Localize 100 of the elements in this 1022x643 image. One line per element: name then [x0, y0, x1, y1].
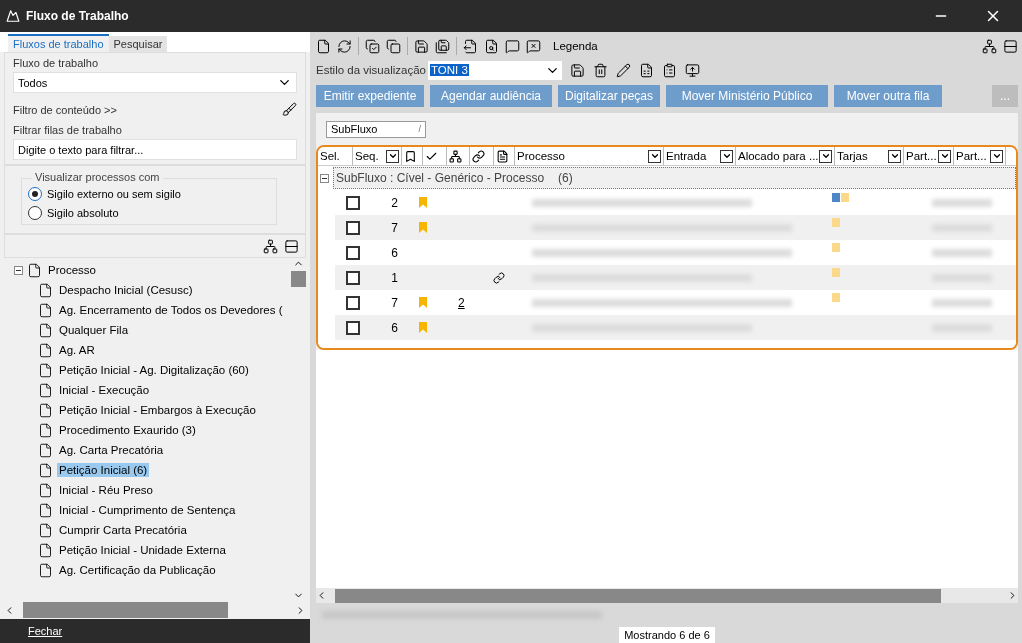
tab[interactable]: Pesquisar	[108, 36, 168, 52]
comment-remove-icon[interactable]	[526, 38, 541, 54]
column-header[interactable]: Part...	[954, 147, 1006, 165]
sequence-number: 2	[391, 195, 398, 210]
filter-dropdown-icon[interactable]	[819, 149, 832, 163]
filter-dropdown-icon[interactable]	[990, 149, 1003, 163]
hierarchy-icon	[449, 149, 462, 163]
save-icon[interactable]	[414, 38, 429, 54]
document-icon	[38, 482, 53, 498]
search-document-icon[interactable]	[484, 38, 499, 54]
column-header[interactable]	[423, 147, 447, 165]
bookmark-icon	[404, 149, 417, 163]
column-header[interactable]: Part...	[904, 147, 954, 165]
tree-item[interactable]: Inicial - Réu Preso	[57, 483, 155, 497]
sequence-number: 1	[391, 270, 398, 285]
document-icon	[38, 522, 53, 538]
tree-item[interactable]: Qualquer Fila	[57, 323, 131, 337]
sequence-number: 7	[391, 295, 398, 310]
column-header[interactable]: Entrada	[664, 147, 736, 165]
save-icon[interactable]	[569, 62, 585, 78]
column-header[interactable]: Alocado para ...	[736, 147, 835, 165]
tree-item[interactable]: Ag. Carta Precatória	[57, 443, 166, 457]
column-header[interactable]	[447, 147, 470, 165]
collapse-toggle[interactable]	[14, 265, 23, 275]
column-header[interactable]: Seq.	[353, 147, 402, 165]
row-checkbox[interactable]	[345, 195, 360, 210]
filter-dropdown-icon[interactable]	[386, 149, 399, 163]
tree-item[interactable]: Cumprir Carta Precatória	[57, 523, 189, 537]
row-checkbox[interactable]	[345, 245, 360, 260]
document-icon	[38, 322, 53, 338]
group-by-chip[interactable]: SubFluxo /	[326, 120, 426, 138]
tree-item[interactable]: Inicial - Cumprimento de Sentença	[57, 503, 238, 517]
tree-item[interactable]: Ag. Certificação da Publicação	[57, 563, 218, 577]
count-link[interactable]: 2	[458, 295, 465, 310]
rows-icon[interactable]	[284, 238, 299, 254]
field-label: Filtrar filas de trabalho	[13, 124, 123, 136]
tree-item[interactable]: Ag. Encerramento de Todos os Devedores (	[57, 303, 285, 317]
chip-label: SubFluxo	[331, 123, 378, 135]
refresh-icon[interactable]	[337, 38, 352, 54]
tree-item[interactable]: Inicial - Execução	[57, 383, 152, 397]
radio-button[interactable]	[28, 187, 42, 201]
sequence-number: 6	[391, 245, 398, 260]
blurred-text	[932, 198, 992, 207]
radio-button[interactable]	[28, 206, 42, 220]
tree-item[interactable]: Procedimento Exaurido (3)	[57, 423, 198, 437]
document-icon	[496, 149, 509, 163]
view-style-select[interactable]: TONI 3	[427, 60, 562, 80]
filter-dropdown-icon[interactable]	[720, 149, 733, 163]
content-filter-link[interactable]: Filtro de conteúdo >>	[13, 103, 117, 116]
tree-item[interactable]: Petição Inicial - Ag. Digitalização (60)	[57, 363, 251, 377]
group-count: (6)	[558, 171, 573, 185]
pencil-icon[interactable]	[615, 62, 631, 78]
copy-icon[interactable]	[386, 38, 401, 54]
filter-dropdown-icon[interactable]	[938, 149, 951, 163]
filter-dropdown-icon[interactable]	[888, 149, 901, 163]
copy-check-icon[interactable]	[365, 38, 380, 54]
hierarchy-icon[interactable]	[982, 38, 997, 54]
clipboard-icon[interactable]	[661, 62, 677, 78]
field-label: Fluxo de trabalho	[13, 57, 99, 69]
tree-item[interactable]: Despacho Inicial (Cesusc)	[57, 283, 195, 297]
tree-item[interactable]: Petição Inicial (6)	[57, 463, 150, 477]
workflow-select[interactable]: Todos	[13, 72, 297, 93]
close-link[interactable]: Fechar	[28, 625, 63, 637]
blurred-text	[932, 248, 992, 257]
tree-item[interactable]: Processo	[46, 263, 98, 277]
filter-dropdown-icon[interactable]	[648, 149, 661, 163]
tree-item[interactable]: Petição Inicial - Embargos à Execução	[57, 403, 258, 417]
rows-icon[interactable]	[1003, 38, 1018, 54]
hierarchy-icon[interactable]	[263, 238, 278, 254]
document-icon	[38, 402, 53, 418]
row-checkbox[interactable]	[345, 270, 360, 285]
monitor-icon[interactable]	[684, 62, 700, 78]
collapse-toggle[interactable]	[320, 173, 329, 183]
scroll-thumb[interactable]	[291, 271, 306, 287]
column-header[interactable]: Tarjas	[835, 147, 904, 165]
export-icon[interactable]	[463, 38, 478, 54]
column-header[interactable]: Processo	[515, 147, 664, 165]
spreadsheet-icon[interactable]	[638, 62, 654, 78]
tree-item[interactable]: Ag. AR	[57, 343, 97, 357]
document-icon[interactable]	[316, 38, 331, 54]
scroll-thumb[interactable]	[23, 602, 228, 618]
comment-icon[interactable]	[505, 38, 520, 54]
status-text: Mostrando 6 de 6	[619, 627, 715, 643]
row-checkbox[interactable]	[345, 220, 360, 235]
filter-input[interactable]: Digite o texto para filtrar...	[13, 139, 297, 160]
document-icon	[38, 462, 53, 478]
document-icon	[38, 422, 53, 438]
tree-item[interactable]: Petição Inicial - Unidade Externa	[57, 543, 228, 557]
column-header[interactable]	[470, 147, 494, 165]
column-header[interactable]: Sel.	[318, 147, 353, 165]
tab[interactable]: Fluxos de trabalho	[8, 34, 109, 52]
group-row[interactable]: SubFluxo : Cível - Genérico - Processo (6)	[333, 167, 1016, 189]
view-style-label: Estilo da visualização	[316, 64, 426, 76]
sequence-number: 7	[391, 220, 398, 235]
brush-icon[interactable]	[282, 102, 297, 117]
trash-icon[interactable]	[592, 62, 608, 78]
legend-button[interactable]: Legenda	[553, 40, 598, 52]
row-checkbox[interactable]	[345, 320, 360, 335]
row-checkbox[interactable]	[345, 295, 360, 310]
save-all-icon[interactable]	[435, 38, 450, 54]
